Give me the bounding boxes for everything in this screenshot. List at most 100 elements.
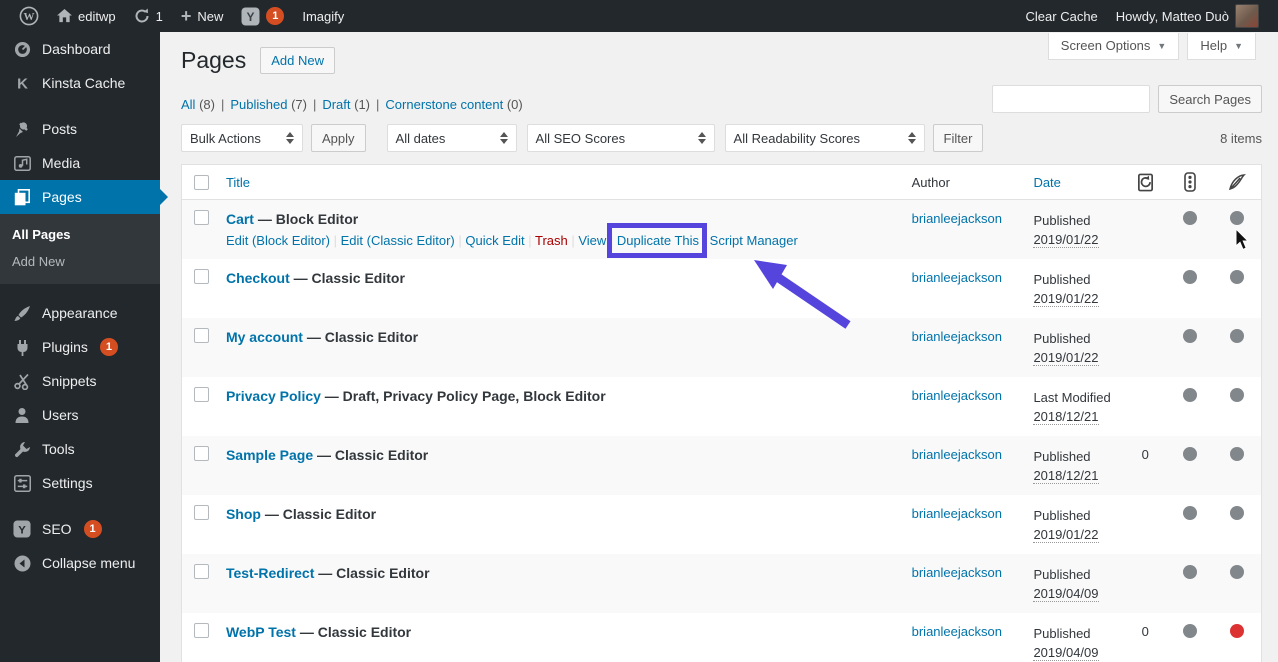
page-title-link[interactable]: Privacy Policy xyxy=(226,388,321,404)
view-link-cornerstone-content[interactable]: Cornerstone content xyxy=(385,97,503,112)
publish-date: 2019/01/22 xyxy=(1033,291,1099,307)
pages-icon xyxy=(12,188,32,206)
sidebar-item-tools[interactable]: Tools xyxy=(0,432,160,466)
page-title-link[interactable]: Shop xyxy=(226,506,261,522)
brush-icon xyxy=(12,305,32,322)
sidebar-item-label: Kinsta Cache xyxy=(42,75,126,91)
sidebar-item-label: Posts xyxy=(42,121,78,137)
row-checkbox[interactable] xyxy=(194,328,209,343)
view-count: (8) xyxy=(195,97,215,112)
row-checkbox[interactable] xyxy=(194,623,209,638)
site-menu[interactable]: editwp xyxy=(48,0,125,32)
help-button[interactable]: Help ▼ xyxy=(1187,33,1256,60)
row-checkbox[interactable] xyxy=(194,564,209,579)
row-checkbox[interactable] xyxy=(194,269,209,284)
clear-cache-button[interactable]: Clear Cache xyxy=(1017,0,1107,32)
row-action-trash[interactable]: Trash xyxy=(535,233,568,248)
sidebar-item-dashboard[interactable]: Dashboard xyxy=(0,32,160,66)
row-action-edit-block-editor-[interactable]: Edit (Block Editor) xyxy=(226,233,330,248)
sidebar-item-posts[interactable]: Posts xyxy=(0,112,160,146)
seo-score-dot xyxy=(1183,270,1198,284)
imagify-menu[interactable]: Imagify xyxy=(293,0,353,32)
row-action-duplicate-this[interactable]: Duplicate This xyxy=(617,233,699,248)
page-title-link[interactable]: My account xyxy=(226,329,303,345)
select-all-checkbox[interactable] xyxy=(194,174,209,190)
filter-button[interactable]: Filter xyxy=(932,124,984,152)
table-row: Cart — Block Editor Edit (Block Editor) |… xyxy=(182,200,1261,259)
table-row: Shop — Classic Editor brianleejackson Publ… xyxy=(182,495,1261,554)
menu-separator xyxy=(0,284,160,296)
sidebar-item-kinsta-cache[interactable]: K Kinsta Cache xyxy=(0,66,160,100)
add-new-button[interactable]: Add New xyxy=(260,47,335,74)
row-action-view[interactable]: View xyxy=(578,233,606,248)
author-link[interactable]: brianleejackson xyxy=(912,211,1002,226)
main-content: Screen Options ▼ Help ▼ Pages Add New Sear… xyxy=(160,32,1278,662)
sidebar-item-label: Media xyxy=(42,155,81,171)
sidebar-item-users[interactable]: Users xyxy=(0,398,160,432)
site-name: editwp xyxy=(78,8,116,24)
row-action-edit-classic-editor-[interactable]: Edit (Classic Editor) xyxy=(341,233,455,248)
author-link[interactable]: brianleejackson xyxy=(912,624,1002,639)
author-link[interactable]: brianleejackson xyxy=(912,506,1002,521)
row-checkbox[interactable] xyxy=(194,210,209,225)
chevron-down-icon: ▼ xyxy=(1234,40,1243,51)
view-link-published[interactable]: Published xyxy=(230,97,287,112)
page-title-link[interactable]: Checkout xyxy=(226,270,290,286)
sidebar-item-appearance[interactable]: Appearance xyxy=(0,296,160,330)
view-link-all[interactable]: All xyxy=(181,97,195,112)
menu-separator xyxy=(0,500,160,512)
search-pages-button[interactable]: Search Pages xyxy=(1158,85,1262,113)
items-count: 8 items xyxy=(1220,130,1262,146)
sidebar-item-label: Snippets xyxy=(42,373,97,389)
account-menu[interactable]: Howdy, Matteo Duò xyxy=(1107,0,1268,32)
page-title-link[interactable]: WebP Test xyxy=(226,624,296,640)
readability-score-dot xyxy=(1230,388,1245,402)
submenu-item-all-pages[interactable]: All Pages xyxy=(0,221,160,248)
author-link[interactable]: brianleejackson xyxy=(912,447,1002,462)
plugin-icon xyxy=(12,339,32,356)
sidebar-item-settings[interactable]: Settings xyxy=(0,466,160,500)
apply-button[interactable]: Apply xyxy=(311,124,366,152)
page-title-link[interactable]: Cart xyxy=(226,211,254,227)
page-title-link[interactable]: Sample Page xyxy=(226,447,313,463)
submenu-item-add-new[interactable]: Add New xyxy=(0,248,160,275)
row-checkbox[interactable] xyxy=(194,446,209,461)
wrench-icon xyxy=(12,441,32,458)
author-link[interactable]: brianleejackson xyxy=(912,388,1002,403)
row-checkbox[interactable] xyxy=(194,387,209,402)
author-link[interactable]: brianleejackson xyxy=(912,270,1002,285)
script-count xyxy=(1123,377,1167,436)
view-link-draft[interactable]: Draft xyxy=(322,97,350,112)
sort-by-date-link[interactable]: Date xyxy=(1033,173,1060,192)
screen-options-button[interactable]: Screen Options ▼ xyxy=(1047,33,1180,60)
row-action-script-manager[interactable]: Script Manager xyxy=(710,233,798,248)
select-arrows-icon xyxy=(697,132,706,144)
sidebar-item-label: Settings xyxy=(42,475,93,491)
chevron-down-icon: ▼ xyxy=(1157,40,1167,51)
bulk-actions-select[interactable]: Bulk Actions xyxy=(181,124,303,152)
svg-text:Y: Y xyxy=(18,524,26,536)
sidebar-item-collapse-menu[interactable]: Collapse menu xyxy=(0,546,160,580)
readability-feather-icon xyxy=(1213,173,1261,191)
sidebar-item-snippets[interactable]: Snippets xyxy=(0,364,160,398)
updates-menu[interactable]: 1 xyxy=(125,0,172,32)
sidebar-item-plugins[interactable]: Plugins 1 xyxy=(0,330,160,364)
sidebar-item-media[interactable]: Media xyxy=(0,146,160,180)
row-checkbox[interactable] xyxy=(194,505,209,520)
author-link[interactable]: brianleejackson xyxy=(912,565,1002,580)
readability-scores-select[interactable]: All Readability Scores xyxy=(724,124,925,152)
row-action-quick-edit[interactable]: Quick Edit xyxy=(465,233,524,248)
dates-select[interactable]: All dates xyxy=(386,124,517,152)
author-link[interactable]: brianleejackson xyxy=(912,329,1002,344)
search-input[interactable] xyxy=(992,85,1151,113)
sort-by-title-link[interactable]: Title xyxy=(226,175,250,190)
select-arrows-icon xyxy=(286,132,294,144)
seo-scores-select[interactable]: All SEO Scores xyxy=(526,124,715,152)
sidebar-item-seo[interactable]: Y SEO 1 xyxy=(0,512,160,546)
sidebar-item-pages[interactable]: Pages xyxy=(0,180,168,214)
new-content-menu[interactable]: + New xyxy=(172,0,233,32)
yoast-seo-menu[interactable]: Y 1 xyxy=(232,0,293,32)
page-title-link[interactable]: Test-Redirect xyxy=(226,565,314,581)
wordpress-logo-icon[interactable]: W xyxy=(10,0,48,32)
table-row: My account — Classic Editor brianleejacks… xyxy=(182,318,1261,377)
